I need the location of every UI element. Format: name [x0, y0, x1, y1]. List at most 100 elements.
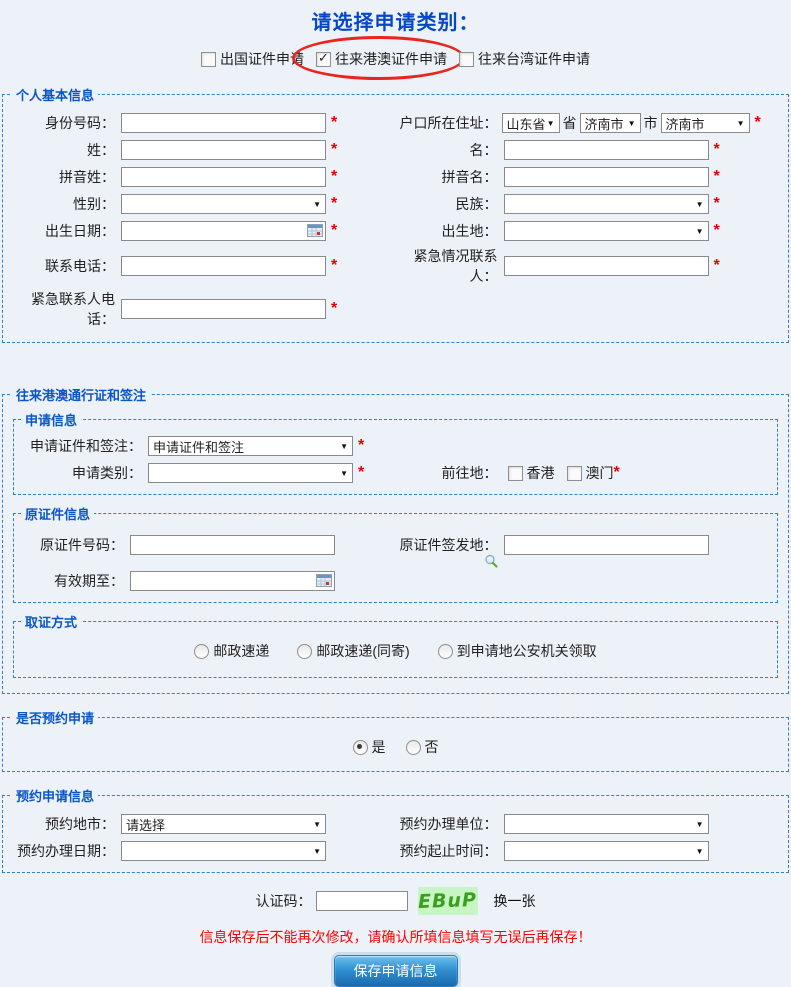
category-abroad[interactable]: 出国证件申请: [199, 49, 306, 69]
dropdown-arrow-icon: ▼: [313, 820, 321, 829]
captcha-label: 认证码：: [256, 891, 312, 911]
required-star: *: [331, 115, 337, 131]
given-name-label: 名：: [396, 140, 498, 160]
surname-input[interactable]: [121, 140, 326, 160]
in-person-radio[interactable]: [438, 644, 453, 659]
captcha-code: EBuP: [418, 889, 478, 913]
hukou-city-select[interactable]: 济南市 ▼: [580, 113, 641, 133]
captcha-refresh-link[interactable]: 换一张: [494, 891, 536, 911]
birthplace-select[interactable]: ▼: [504, 221, 709, 241]
dropdown-arrow-icon: ▼: [737, 119, 745, 128]
apply-type-label: 申请类别：: [16, 463, 142, 483]
required-star: *: [714, 223, 720, 239]
hukou-address-label: 户口所在住址：: [396, 113, 498, 133]
captcha-image[interactable]: EBuP: [418, 887, 478, 915]
emergency-contact-label: 紧急情况联系人：: [396, 246, 498, 286]
reservation-city-label: 预约地市：: [7, 814, 115, 834]
reservation-unit-select[interactable]: ▼: [504, 814, 709, 834]
reservation-info-legend: 预约申请信息: [12, 786, 98, 805]
abroad-checkbox[interactable]: [201, 52, 216, 67]
postal-label: 邮政速递: [213, 641, 269, 661]
pickup-postal[interactable]: 邮政速递: [194, 641, 269, 661]
required-star: *: [331, 258, 337, 274]
pickup-postal-together[interactable]: 邮政速递(同寄): [297, 641, 409, 661]
birthdate-input[interactable]: [121, 221, 326, 241]
ethnicity-select[interactable]: ▼: [504, 194, 709, 214]
emergency-phone-input[interactable]: [121, 299, 326, 319]
macau-checkbox[interactable]: [567, 466, 582, 481]
reservation-no[interactable]: 否: [406, 737, 439, 757]
emergency-contact-input[interactable]: [504, 256, 709, 276]
hkmo-permit-legend: 往来港澳通行证和签注: [12, 385, 150, 404]
required-star: *: [331, 196, 337, 212]
phone-input[interactable]: [121, 256, 326, 276]
no-radio[interactable]: [406, 740, 421, 755]
issue-place-input[interactable]: [504, 535, 709, 555]
apply-info-section: 申请信息 申请证件和签注： 申请证件和签注 ▼ * 申请类别： ▼ *: [13, 410, 778, 495]
hkmo-checkbox[interactable]: [316, 52, 331, 67]
personal-info-section: 个人基本信息 身份号码： * 户口所在住址： 山东省 ▼ 省 济南市 ▼ 市 济…: [2, 85, 789, 343]
pinyin-given-input[interactable]: [504, 167, 709, 187]
emergency-phone-label: 紧急联系人电话：: [7, 289, 115, 329]
required-star: *: [714, 142, 720, 158]
abroad-checkbox-label: 出国证件申请: [220, 49, 304, 69]
postal-together-label: 邮政速递(同寄): [316, 641, 409, 661]
dropdown-arrow-icon: ▼: [313, 200, 321, 209]
dropdown-arrow-icon: ▼: [547, 119, 555, 128]
required-star: *: [331, 223, 337, 239]
required-star: *: [358, 465, 364, 481]
valid-until-input[interactable]: [130, 571, 335, 591]
reservation-time-label: 预约起止时间：: [396, 841, 498, 861]
destination-macau[interactable]: 澳门: [567, 463, 614, 483]
id-number-input[interactable]: [121, 113, 326, 133]
calendar-icon[interactable]: [316, 573, 332, 590]
reservation-unit-label: 预约办理单位：: [396, 814, 498, 834]
hukou-province-select[interactable]: 山东省 ▼: [502, 113, 560, 133]
doc-endorsement-select[interactable]: 申请证件和签注 ▼: [148, 436, 353, 456]
no-label: 否: [425, 737, 439, 757]
category-taiwan[interactable]: 往来台湾证件申请: [457, 49, 592, 69]
magnifier-icon[interactable]: [484, 554, 498, 568]
yes-radio[interactable]: [353, 740, 368, 755]
reservation-yes[interactable]: 是: [353, 737, 386, 757]
postal-together-radio[interactable]: [297, 644, 312, 659]
postal-radio[interactable]: [194, 644, 209, 659]
id-number-label: 身份号码：: [7, 113, 115, 133]
apply-type-select[interactable]: ▼: [148, 463, 353, 483]
surname-label: 姓：: [7, 140, 115, 160]
captcha-input[interactable]: [316, 891, 408, 911]
original-doc-legend: 原证件信息: [21, 504, 94, 523]
pickup-in-person[interactable]: 到申请地公安机关领取: [438, 641, 597, 661]
warning-text: 信息保存后不能再次修改，请确认所填信息填写无误后再保存！: [0, 927, 791, 947]
reservation-city-select[interactable]: 请选择 ▼: [121, 814, 326, 834]
birthplace-label: 出生地：: [396, 221, 498, 241]
required-star: *: [331, 142, 337, 158]
required-star: *: [331, 301, 337, 317]
given-name-input[interactable]: [504, 140, 709, 160]
hukou-district-select[interactable]: 济南市 ▼: [661, 113, 750, 133]
destination-hongkong[interactable]: 香港: [508, 463, 555, 483]
reservation-choice-section: 是否预约申请 是 否: [2, 708, 789, 772]
pinyin-surname-label: 拼音姓：: [7, 167, 115, 187]
taiwan-checkbox-label: 往来台湾证件申请: [478, 49, 590, 69]
city-suffix: 市: [644, 113, 658, 133]
required-star: *: [714, 196, 720, 212]
apply-info-legend: 申请信息: [21, 410, 81, 429]
category-checkbox-row: 出国证件申请 往来港澳证件申请 往来台湾证件申请: [0, 49, 791, 69]
reservation-date-select[interactable]: ▼: [121, 841, 326, 861]
original-number-input[interactable]: [130, 535, 335, 555]
taiwan-checkbox[interactable]: [459, 52, 474, 67]
reservation-choice-legend: 是否预约申请: [12, 708, 98, 727]
save-button[interactable]: 保存申请信息: [334, 955, 458, 987]
reservation-time-select[interactable]: ▼: [504, 841, 709, 861]
category-hkmo[interactable]: 往来港澳证件申请: [314, 49, 449, 69]
reservation-info-section: 预约申请信息 预约地市： 请选择 ▼ 预约办理单位： ▼ 预约办理日期： ▼ 预: [2, 786, 789, 873]
original-number-label: 原证件号码：: [16, 535, 124, 555]
calendar-icon[interactable]: [307, 223, 323, 240]
personal-info-legend: 个人基本信息: [12, 85, 98, 104]
hongkong-checkbox[interactable]: [508, 466, 523, 481]
dropdown-arrow-icon: ▼: [340, 442, 348, 451]
gender-select[interactable]: ▼: [121, 194, 326, 214]
pinyin-surname-input[interactable]: [121, 167, 326, 187]
dropdown-arrow-icon: ▼: [696, 847, 704, 856]
